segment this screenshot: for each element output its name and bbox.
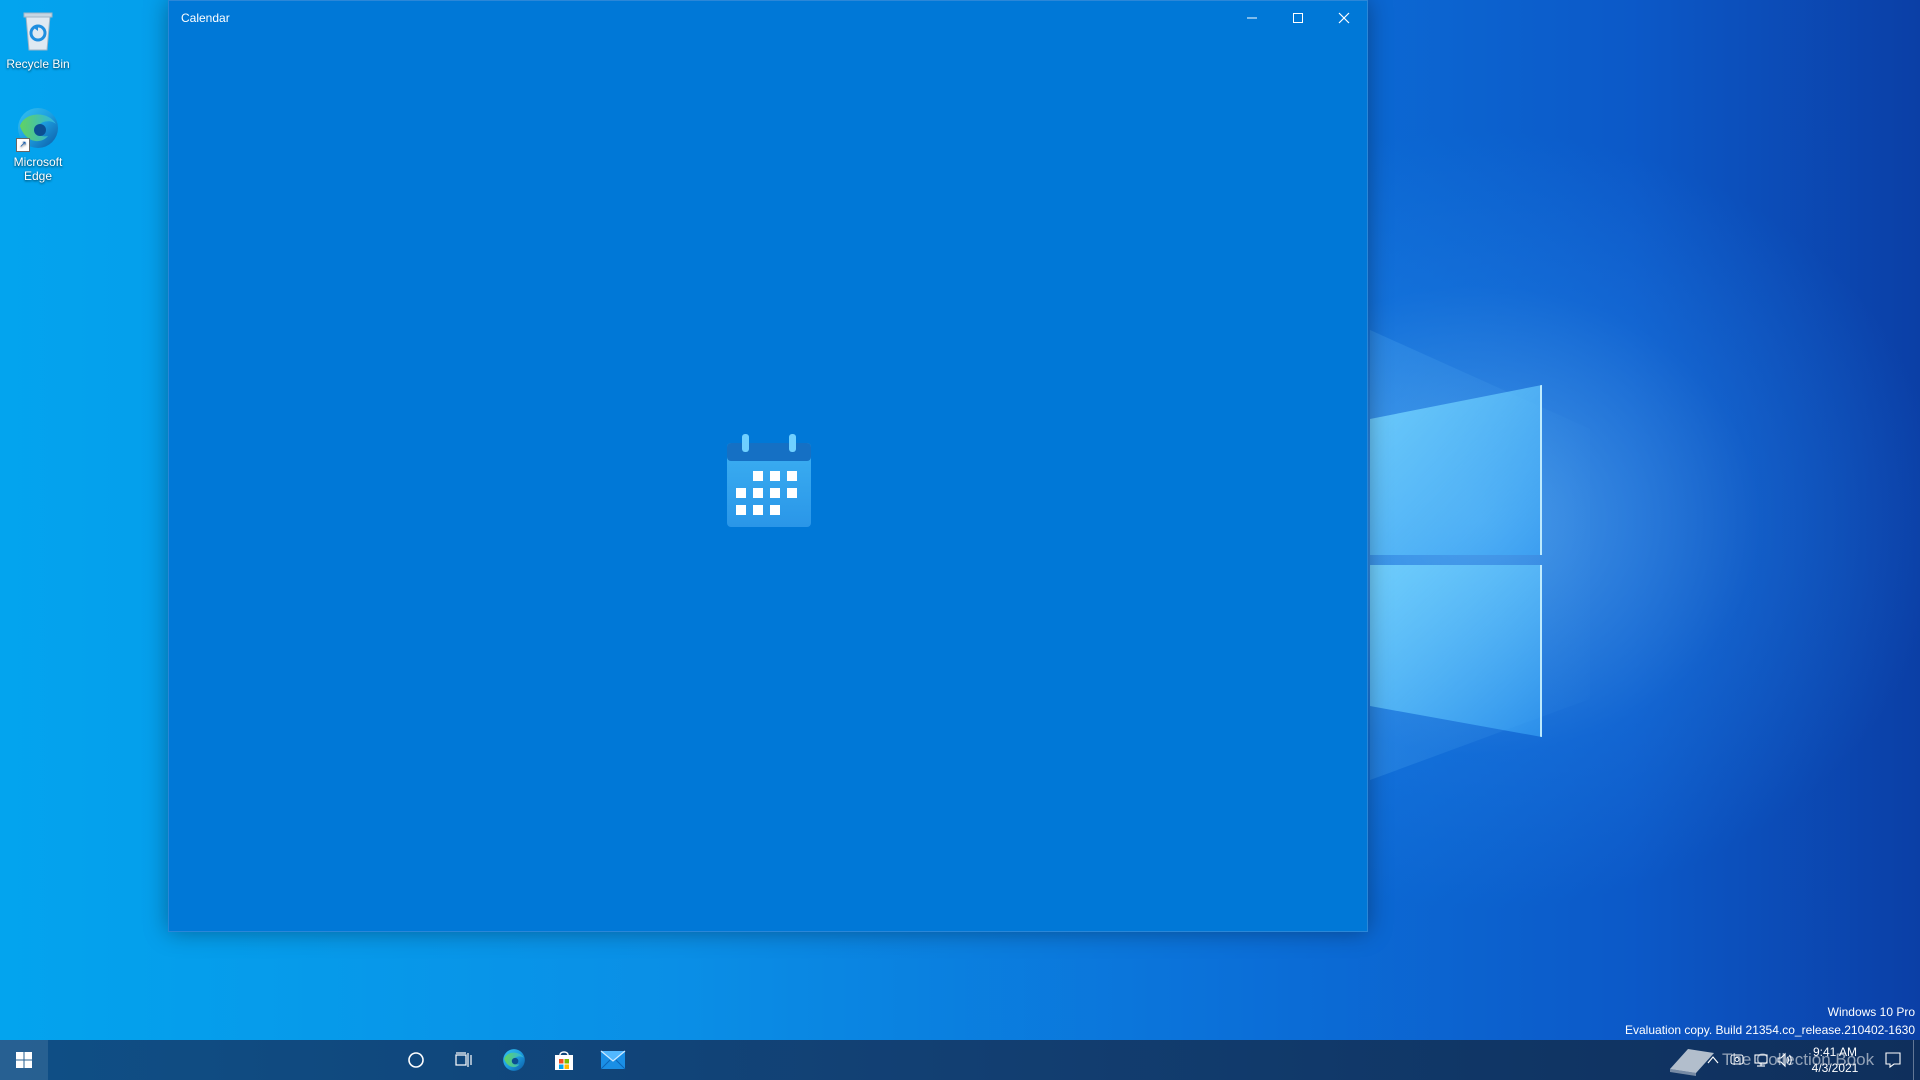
show-desktop-button[interactable] xyxy=(1913,1040,1920,1080)
calendar-icon xyxy=(725,433,813,529)
minimize-button[interactable] xyxy=(1229,1,1275,34)
desktop: Recycle Bin ↗ Microsoft Edge Calendar Wi… xyxy=(0,0,1920,1080)
system-tray: 9:41 AM 4/3/2021 xyxy=(1701,1040,1920,1080)
network-button[interactable] xyxy=(1749,1040,1773,1080)
task-view-icon xyxy=(455,1052,472,1067)
close-icon xyxy=(1338,12,1350,23)
taskbar-store-button[interactable] xyxy=(540,1040,588,1080)
desktop-icon-recycle-bin[interactable]: Recycle Bin xyxy=(0,6,76,71)
action-center-icon xyxy=(1885,1052,1901,1069)
maximize-button[interactable] xyxy=(1275,1,1321,34)
taskbar-edge-button[interactable] xyxy=(490,1040,538,1080)
minimize-icon xyxy=(1247,17,1257,18)
task-view-button[interactable] xyxy=(440,1040,488,1080)
desktop-icon-label: Microsoft Edge xyxy=(13,155,63,183)
calendar-window[interactable]: Calendar xyxy=(168,0,1368,932)
volume-button[interactable] xyxy=(1773,1040,1797,1080)
volume-icon xyxy=(1777,1052,1792,1068)
network-icon xyxy=(1754,1054,1768,1067)
search-button[interactable] xyxy=(392,1040,440,1080)
taskbar: The Collection Book 9:41 AM 4/3/2021 xyxy=(0,1040,1920,1080)
start-button[interactable] xyxy=(0,1040,48,1080)
watermark-edition: Windows 10 Pro xyxy=(1827,1005,1915,1019)
action-center-button[interactable] xyxy=(1873,1040,1913,1080)
clock-date: 4/3/2021 xyxy=(1811,1061,1859,1075)
taskbar-mail-button[interactable] xyxy=(589,1040,637,1080)
watermark-build: Evaluation copy. Build 21354.co_release.… xyxy=(1625,1023,1915,1037)
maximize-icon xyxy=(1293,12,1303,23)
close-button[interactable] xyxy=(1321,1,1367,34)
window-titlebar[interactable]: Calendar xyxy=(169,1,1367,34)
evaluation-watermark: Windows 10 Pro Evaluation copy. Build 21… xyxy=(1625,1003,1915,1039)
clock-time: 9:41 AM xyxy=(1812,1045,1858,1059)
window-title: Calendar xyxy=(181,11,230,25)
edge-icon xyxy=(503,1049,525,1071)
edge-icon: ↗ xyxy=(14,104,62,152)
meet-now-icon xyxy=(1730,1054,1744,1065)
meet-now-button[interactable] xyxy=(1725,1040,1749,1080)
cortana-circle-icon xyxy=(408,1052,424,1068)
shortcut-arrow-icon: ↗ xyxy=(16,138,30,152)
windows-start-icon xyxy=(16,1052,32,1068)
desktop-icon-label: Recycle Bin xyxy=(6,57,70,71)
mail-envelope-icon xyxy=(600,1050,626,1070)
desktop-icon-microsoft-edge[interactable]: ↗ Microsoft Edge xyxy=(0,104,76,183)
store-bag-icon xyxy=(555,1051,573,1070)
taskbar-clock[interactable]: 9:41 AM 4/3/2021 xyxy=(1797,1040,1873,1080)
chevron-up-icon xyxy=(1707,1056,1719,1064)
recycle-bin-icon xyxy=(14,6,62,54)
caption-buttons xyxy=(1229,1,1367,34)
show-hidden-icons-button[interactable] xyxy=(1701,1040,1725,1080)
